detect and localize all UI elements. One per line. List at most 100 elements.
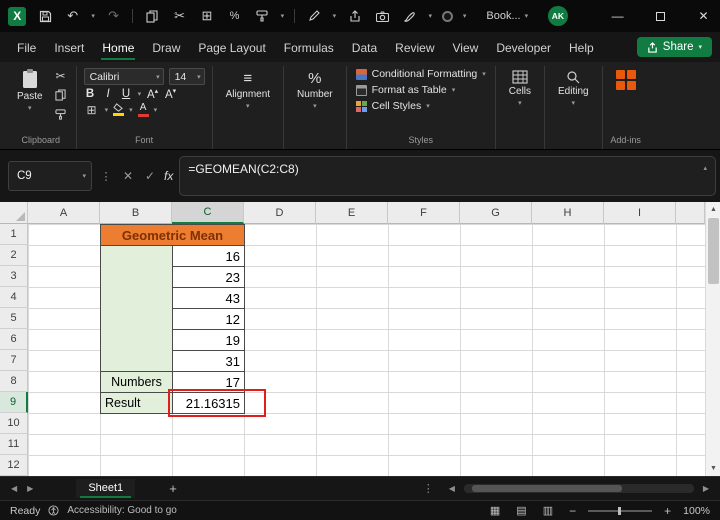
- share-arrow-icon[interactable]: [346, 7, 363, 25]
- row-header-7[interactable]: 7: [0, 350, 28, 371]
- next-sheet-icon[interactable]: ▶: [22, 484, 38, 493]
- cell-c2[interactable]: 16: [172, 245, 245, 267]
- maximize-button[interactable]: [644, 0, 677, 32]
- record-dropdown-icon[interactable]: ▾: [463, 12, 467, 20]
- underline-dropdown-icon[interactable]: ▾: [138, 90, 142, 98]
- column-header-c[interactable]: C: [172, 202, 244, 224]
- save-icon[interactable]: [36, 7, 53, 25]
- horizontal-scrollbar[interactable]: [464, 484, 694, 493]
- menu-tab-review[interactable]: Review: [386, 34, 443, 61]
- format-as-table-button[interactable]: Format as Table ▾: [354, 82, 488, 98]
- conditional-formatting-button[interactable]: Conditional Formatting ▾: [354, 66, 488, 82]
- menu-tab-home[interactable]: Home: [93, 34, 143, 61]
- draw-dropdown-icon[interactable]: ▾: [429, 12, 433, 20]
- vertical-scrollbar[interactable]: ▲ ▼: [705, 202, 720, 476]
- cancel-icon[interactable]: ✕: [120, 169, 136, 183]
- cell-c4[interactable]: 43: [172, 287, 245, 309]
- row-header-11[interactable]: 11: [0, 434, 28, 455]
- cut-icon[interactable]: ✂: [53, 69, 69, 83]
- zoom-out-button[interactable]: −: [565, 504, 580, 518]
- scroll-up-icon[interactable]: ▲: [706, 202, 720, 217]
- scroll-left-icon[interactable]: ◀: [444, 484, 460, 493]
- minimize-button[interactable]: —: [601, 0, 634, 32]
- normal-view-icon[interactable]: ▦: [486, 504, 504, 517]
- number-button[interactable]: % Number ▾: [291, 66, 339, 110]
- sheet-tab-sheet1[interactable]: Sheet1: [76, 479, 135, 498]
- column-header-h[interactable]: H: [532, 202, 604, 224]
- table-icon[interactable]: ⊞: [198, 7, 215, 25]
- font-size-select[interactable]: 14 ▾: [169, 68, 205, 85]
- menu-tab-insert[interactable]: Insert: [45, 34, 93, 61]
- draw-touch-icon[interactable]: [401, 7, 418, 25]
- menu-tab-formulas[interactable]: Formulas: [275, 34, 343, 61]
- borders-dropdown-icon[interactable]: ▾: [105, 106, 109, 114]
- row-header-5[interactable]: 5: [0, 308, 28, 329]
- font-color-button[interactable]: A: [138, 103, 149, 117]
- fill-color-dropdown-icon[interactable]: ▾: [129, 106, 133, 114]
- menu-tab-data[interactable]: Data: [343, 34, 386, 61]
- row-header-3[interactable]: 3: [0, 266, 28, 287]
- new-sheet-button[interactable]: +: [161, 481, 185, 496]
- tab-splitter-icon[interactable]: ⋮: [417, 482, 440, 495]
- close-button[interactable]: ✕: [687, 0, 720, 32]
- column-header-i[interactable]: I: [604, 202, 676, 224]
- row-header-2[interactable]: 2: [0, 245, 28, 266]
- alignment-button[interactable]: ≡ Alignment ▾: [220, 66, 276, 110]
- bold-button[interactable]: B: [84, 88, 97, 100]
- font-name-select[interactable]: Calibri ▾: [84, 68, 164, 85]
- page-break-view-icon[interactable]: ▥: [539, 504, 557, 517]
- enter-icon[interactable]: ✓: [142, 169, 158, 183]
- underline-button[interactable]: U: [120, 88, 133, 100]
- undo-dropdown-icon[interactable]: ▾: [91, 12, 95, 20]
- zoom-slider[interactable]: [588, 510, 652, 512]
- excel-logo-icon[interactable]: X: [8, 7, 26, 26]
- format-painter-icon[interactable]: [53, 107, 69, 121]
- column-header-b[interactable]: B: [100, 202, 172, 224]
- menu-tab-draw[interactable]: Draw: [143, 34, 189, 61]
- font-color-dropdown-icon[interactable]: ▾: [154, 106, 158, 114]
- scroll-down-icon[interactable]: ▼: [706, 461, 720, 476]
- record-macro-icon[interactable]: [442, 11, 453, 22]
- menu-tab-help[interactable]: Help: [560, 34, 603, 61]
- italic-button[interactable]: I: [102, 88, 115, 100]
- paste-button[interactable]: Paste ▾: [13, 66, 47, 121]
- page-layout-view-icon[interactable]: ▤: [512, 504, 530, 517]
- cell-c3[interactable]: 23: [172, 266, 245, 288]
- column-header-g[interactable]: G: [460, 202, 532, 224]
- horizontal-scroll-thumb[interactable]: [472, 485, 622, 492]
- row-header-10[interactable]: 10: [0, 413, 28, 434]
- camera-icon[interactable]: [374, 7, 391, 25]
- cell-grid[interactable]: ABCDEFGHI123456789101112Geometric MeanNu…: [0, 202, 705, 476]
- copy-icon[interactable]: [53, 88, 69, 102]
- cells-button[interactable]: Cells ▾: [503, 66, 537, 107]
- percent-style-icon[interactable]: %: [226, 7, 243, 25]
- borders-icon[interactable]: ⊞: [84, 103, 100, 117]
- cell-c7[interactable]: 31: [172, 350, 245, 372]
- row-header-6[interactable]: 6: [0, 329, 28, 350]
- cell-c6[interactable]: 19: [172, 329, 245, 351]
- menu-tab-view[interactable]: View: [444, 34, 488, 61]
- vertical-scroll-thumb[interactable]: [708, 218, 719, 284]
- cell-c5[interactable]: 12: [172, 308, 245, 330]
- zoom-in-button[interactable]: +: [660, 504, 675, 518]
- row-header-12[interactable]: 12: [0, 455, 28, 476]
- addins-button[interactable]: [610, 66, 642, 90]
- decrease-font-size-button[interactable]: A▾: [164, 87, 177, 101]
- editing-button[interactable]: Editing ▾: [552, 66, 595, 107]
- zoom-level[interactable]: 100%: [683, 505, 710, 517]
- cell-styles-button[interactable]: Cell Styles ▾: [354, 98, 488, 114]
- cut-icon[interactable]: ✂: [171, 7, 188, 25]
- row-header-4[interactable]: 4: [0, 287, 28, 308]
- cell-b1-title[interactable]: Geometric Mean: [100, 224, 245, 246]
- row-header-1[interactable]: 1: [0, 224, 28, 245]
- pen-dropdown-icon[interactable]: ▾: [333, 12, 337, 20]
- more-tools-dropdown-icon[interactable]: ▾: [281, 12, 285, 20]
- formula-bar-collapse-icon[interactable]: ▴: [703, 164, 707, 172]
- row-header-8[interactable]: 8: [0, 371, 28, 392]
- accessibility-icon[interactable]: [48, 505, 59, 516]
- menu-tab-developer[interactable]: Developer: [487, 34, 560, 61]
- cell-b9-result[interactable]: Result: [100, 392, 173, 414]
- undo-icon[interactable]: ↶: [64, 7, 81, 25]
- pen-icon[interactable]: [305, 7, 322, 25]
- fill-color-button[interactable]: [113, 103, 124, 116]
